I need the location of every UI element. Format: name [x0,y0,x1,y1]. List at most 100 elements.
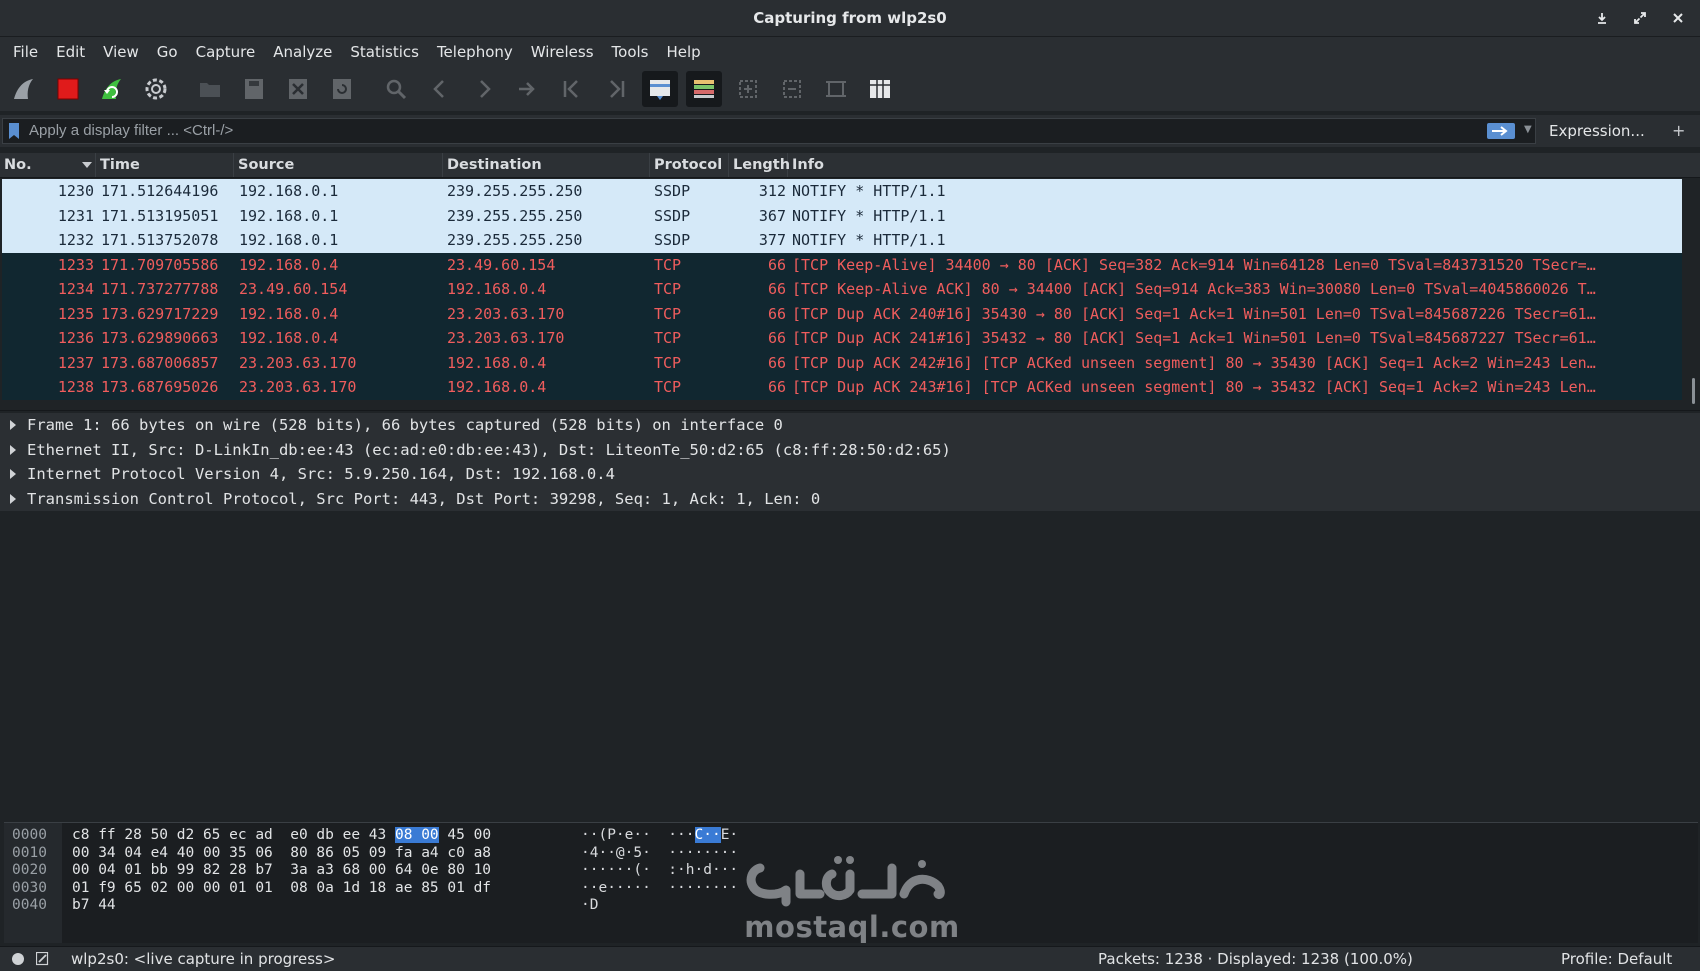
detail-tcp[interactable]: Transmission Control Protocol, Src Port:… [0,486,1700,511]
zoom-in-icon[interactable] [730,71,766,107]
byte-hex[interactable]: 00 34 04 e4 40 00 35 06 80 86 05 09 fa a… [72,845,491,863]
go-to-packet-icon[interactable] [510,71,546,107]
menu-edit[interactable]: Edit [47,37,94,67]
colorize-icon[interactable] [686,71,722,107]
menu-file[interactable]: File [4,37,47,67]
resize-columns-icon[interactable] [862,71,898,107]
packet-destination: 23.203.63.170 [447,304,565,323]
menu-help[interactable]: Help [657,37,709,67]
packet-no: 1232 [57,231,94,249]
menu-statistics[interactable]: Statistics [341,37,428,67]
packet-list[interactable]: No. Time Source Destination Protocol Len… [0,153,1700,407]
byte-ascii[interactable]: ··e····· ········ [581,880,738,898]
byte-hex[interactable]: b7 44 [72,897,116,915]
packet-protocol: TCP [654,304,682,323]
byte-ascii[interactable]: ·D [581,897,598,915]
menu-capture[interactable]: Capture [187,37,265,67]
minimize-icon[interactable] [1590,6,1614,30]
packet-length: 66 [767,353,786,372]
column-time[interactable]: Time [96,153,234,177]
packet-row[interactable]: 1238 173.687695026 23.203.63.170 192.168.0.… [2,375,1682,400]
byte-ascii[interactable]: ·4··@·5· ········ [581,845,738,863]
normal-size-icon[interactable] [818,71,854,107]
capture-status-text: wlp2s0: <live capture in progress> [71,950,336,968]
column-no[interactable]: No. [0,153,96,177]
packet-list-header: No. Time Source Destination Protocol Len… [0,153,1700,178]
packet-row[interactable]: 1232 171.513752078 192.168.0.1 239.255.255.… [2,228,1682,253]
add-filter-button[interactable]: + [1672,115,1685,147]
column-destination[interactable]: Destination [443,153,650,177]
chevron-down-icon[interactable]: ▼ [1524,124,1532,135]
packet-time: 171.709705586 [101,255,219,274]
capture-options-gear-icon[interactable] [138,71,174,107]
packet-row[interactable]: 1230 171.512644196 192.168.0.1 239.255.255.… [2,179,1682,204]
maximize-icon[interactable] [1628,6,1652,30]
detail-ethernet[interactable]: Ethernet II, Src: D-LinkIn_db:ee:43 (ec:… [0,437,1700,462]
expand-arrow-icon[interactable] [10,420,16,430]
packet-length: 66 [767,378,786,396]
find-packet-icon[interactable] [378,71,414,107]
autoscroll-icon[interactable] [642,71,678,107]
expand-arrow-icon[interactable] [10,493,16,504]
apply-filter-button[interactable] [1487,123,1515,139]
packet-row[interactable]: 1234 171.737277788 23.49.60.154 192.168.0.4… [2,277,1682,302]
menu-tools[interactable]: Tools [603,37,658,67]
byte-ascii[interactable]: ··(P·e·· ···C··E· [581,827,738,845]
packet-destination: 23.49.60.154 [447,255,556,274]
expand-arrow-icon[interactable] [10,469,16,479]
open-file-icon[interactable] [192,71,228,107]
detail-ipv4[interactable]: Internet Protocol Version 4, Src: 5.9.25… [0,462,1700,487]
go-last-icon[interactable] [598,71,634,107]
display-filter-input[interactable] [29,119,1469,143]
expression-button[interactable]: Expression... [1549,115,1645,147]
packet-row[interactable]: 1237 173.687006857 23.203.63.170 192.168.0.… [2,350,1682,375]
byte-hex[interactable]: 00 04 01 bb 99 82 28 b7 3a a3 68 00 64 0… [72,862,491,880]
bookmark-icon[interactable] [9,123,19,139]
byte-offset: 0000 [12,827,47,843]
capture-comment-icon[interactable] [36,952,49,966]
save-file-icon[interactable] [236,71,272,107]
packet-row[interactable]: 1231 171.513195051 192.168.0.1 239.255.255.… [2,203,1682,228]
close-icon[interactable] [1666,6,1690,30]
packet-source: 192.168.0.1 [239,206,339,225]
go-forward-icon[interactable] [466,71,502,107]
packet-protocol: TCP [654,378,682,396]
restart-capture-icon[interactable] [94,71,130,107]
expand-arrow-icon[interactable] [10,444,16,455]
byte-offset: 0040 [12,897,47,913]
menu-telephony[interactable]: Telephony [428,37,522,67]
byte-hex[interactable]: c8 ff 28 50 d2 65 ec ad e0 db ee 43 08 0… [72,827,491,845]
column-protocol[interactable]: Protocol [650,153,729,177]
detail-frame[interactable]: Frame 1: 66 bytes on wire (528 bits), 66… [0,413,1700,438]
column-info[interactable]: Info [788,153,1682,177]
menu-view[interactable]: View [94,37,148,67]
expert-info-icon[interactable] [12,953,24,965]
stop-capture-icon[interactable] [50,71,86,107]
go-back-icon[interactable] [422,71,458,107]
shark-fin-start-icon[interactable] [6,71,42,107]
menu-go[interactable]: Go [148,37,187,67]
title-bar: Capturing from wlp2s0 [0,0,1700,37]
packet-no: 1231 [57,206,94,225]
zoom-out-icon[interactable] [774,71,810,107]
byte-hex-part: c8 ff 28 50 d2 65 ec ad e0 db ee 43 [72,827,396,843]
packet-no: 1236 [57,329,94,347]
column-length[interactable]: Length [729,153,790,177]
packet-list-scrollbar[interactable] [1692,378,1695,404]
go-first-icon[interactable] [554,71,590,107]
detail-text: Ethernet II, Src: D-LinkIn_db:ee:43 (ec:… [27,440,951,459]
menu-wireless[interactable]: Wireless [522,37,603,67]
packet-row[interactable]: 1235 173.629717229 192.168.0.4 23.203.63.17… [2,301,1682,326]
main-toolbar [0,67,1700,111]
close-file-icon[interactable] [280,71,316,107]
packet-protocol: SSDP [654,206,691,225]
menu-analyze[interactable]: Analyze [264,37,341,67]
column-source[interactable]: Source [234,153,443,177]
packet-row[interactable]: 1233 171.709705586 192.168.0.4 23.49.60.154… [2,252,1682,277]
byte-offset: 0020 [12,862,47,878]
packet-row[interactable]: 1236 173.629890663 192.168.0.4 23.203.63.17… [2,326,1682,351]
profile-text[interactable]: Profile: Default [1561,947,1672,971]
byte-ascii[interactable]: ······(· :·h·d··· [581,862,738,880]
reload-file-icon[interactable] [324,71,360,107]
byte-hex[interactable]: 01 f9 65 02 00 00 01 01 08 0a 1d 18 ae 8… [72,880,491,898]
